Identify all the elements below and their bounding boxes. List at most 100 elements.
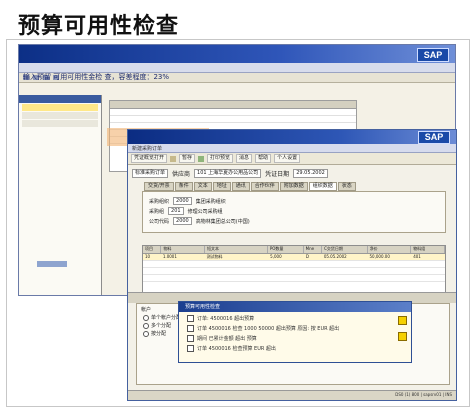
po-type-select[interactable]: 标准采购订单: [132, 169, 169, 178]
print-preview-button[interactable]: 打印预览: [207, 154, 234, 163]
cell-unit: D: [305, 254, 310, 259]
purchase-group-field[interactable]: 201: [168, 207, 184, 215]
tab-org-data[interactable]: 组织数据: [308, 182, 337, 191]
tab-partners[interactable]: 合作伙伴: [250, 182, 279, 191]
purchase-org-label: 采购组织: [149, 198, 170, 205]
purchase-group-label: 采购组: [149, 208, 165, 215]
personal-settings-button[interactable]: 个人设置: [274, 154, 301, 163]
cell-item: 10: [145, 254, 151, 259]
account-label: 帐户: [141, 307, 152, 313]
tab-texts[interactable]: 文本: [193, 182, 212, 191]
vendor-field[interactable]: 101 上海华夏办公用品公司: [194, 169, 262, 178]
checkbox-icon[interactable]: [187, 345, 194, 352]
checkbox-icon[interactable]: [187, 315, 194, 322]
check-icon[interactable]: [198, 155, 205, 162]
company-code-desc: 高物林集团总公司(中国): [195, 218, 250, 225]
checkbox-icon[interactable]: [187, 325, 194, 332]
radio-icon[interactable]: [143, 323, 149, 329]
cell-short-text: 测试物料: [206, 254, 223, 259]
message-row[interactable]: 订单 4500016 检查预算 EUR 超出: [187, 345, 276, 352]
company-code-row: 公司代码 2000 高物林集团总公司(中国): [149, 217, 250, 225]
doc-date-label: 凭证日期: [265, 171, 290, 178]
cell-qty: 5,000: [270, 254, 282, 259]
doc-overview-button[interactable]: 凭证概览打开: [131, 154, 168, 163]
table-row[interactable]: [110, 116, 356, 123]
company-code-field[interactable]: 2000: [173, 217, 192, 225]
tab-conditions[interactable]: 条件: [174, 182, 193, 191]
back-tree-panel: [19, 95, 102, 295]
option-multiple[interactable]: 多个分配: [143, 322, 181, 330]
table-row[interactable]: [143, 275, 445, 282]
tab-status[interactable]: 状态: [337, 182, 356, 191]
col-unit[interactable]: Mne: [304, 246, 323, 253]
tab-additional-data[interactable]: 附加数据: [279, 182, 308, 191]
company-code-label: 公司代码: [149, 218, 170, 225]
option-label: 多个分配: [151, 323, 172, 329]
message-row[interactable]: 订单: 4500016 超出预算: [187, 315, 254, 322]
tree-footer: [37, 261, 67, 267]
dialog-title: 预算可用性检查: [179, 302, 411, 312]
tab-delivery-invoice[interactable]: 交货/开票: [144, 182, 174, 191]
message-text: 订单 4500016 检查预算 EUR 超出: [197, 346, 276, 352]
message-text: 订单: 4500016 超出预算: [197, 316, 255, 322]
option-single[interactable]: 单个帐户分配: [143, 314, 181, 322]
table-row[interactable]: [143, 268, 445, 275]
messages-button[interactable]: 消息: [236, 154, 253, 163]
radio-icon[interactable]: [143, 331, 149, 337]
cell-material: 1.0001: [162, 254, 177, 259]
item-table-header: 项目 物料 短文本 PO数量 Mne C交货日期 净价 物料组: [143, 246, 445, 254]
tree-item[interactable]: [22, 104, 98, 111]
system-status: DS0 (1) 800 | sapsrv01 | INS: [395, 392, 452, 397]
tab-communication[interactable]: 通讯: [231, 182, 250, 191]
table-header: [110, 101, 356, 109]
window-title: 新建采购订单: [132, 145, 163, 152]
page-title: 预算可用性检查: [18, 14, 180, 39]
po-header-line: 标准采购订单 供应商 101 上海华夏办公用品公司 凭证日期 29.05.200…: [132, 169, 328, 178]
back-window-header: 输入预留 可用可用性金检 查，容差程度：23%: [23, 73, 170, 81]
sap-logo: SAP: [418, 131, 450, 144]
application-toolbar: 凭证概览打开 暂存 打印预览 消息 帮助 个人设置: [128, 153, 456, 165]
option-label: 单个帐户分配: [151, 315, 182, 321]
help-button[interactable]: 帮助: [255, 154, 272, 163]
cell-net-price: 50,000.00: [369, 254, 390, 259]
account-assignment-options: 单个帐户分配 多个分配 按分配: [143, 314, 181, 338]
back-window-titlebar: SAP: [19, 45, 455, 63]
col-net-price[interactable]: 净价: [368, 246, 412, 253]
purchase-org-field[interactable]: 2000: [173, 197, 192, 205]
purchase-org-desc: 集团采购组织: [195, 198, 226, 205]
table-row[interactable]: [110, 109, 356, 116]
table-row[interactable]: 10 1.0001 测试物料 5,000 D 05.05.2002 50,000…: [143, 254, 445, 261]
window-titlebar: SAP: [128, 130, 456, 144]
col-qty[interactable]: PO数量: [268, 246, 304, 253]
purchase-org-row: 采购组织 2000 集团采购组织: [149, 197, 226, 205]
col-material-group[interactable]: 物料组: [411, 246, 445, 253]
cell-delivery-date: 05.05.2002: [323, 254, 347, 259]
message-row[interactable]: 期间 已累计金额 超出 预算: [187, 335, 257, 342]
tree-header: [19, 95, 101, 103]
purchase-group-desc: 修理公司采购组: [187, 208, 223, 215]
purchase-group-row: 采购组 201 修理公司采购组: [149, 207, 223, 215]
col-material[interactable]: 物料: [161, 246, 206, 253]
budget-check-dialog: 预算可用性检查 订单: 4500016 超出预算 订单 4500016 检查 1…: [178, 301, 412, 363]
tree-item[interactable]: [22, 120, 98, 127]
tab-address[interactable]: 地址: [212, 182, 231, 191]
col-delivery-date[interactable]: C交货日期: [322, 246, 368, 253]
warning-icon: [398, 332, 407, 341]
message-row[interactable]: 订单 4500016 检查 1000 50000 超出预算 原因: 按 EUR …: [187, 325, 339, 332]
col-short-text[interactable]: 短文本: [205, 246, 268, 253]
sap-logo: SAP: [417, 48, 449, 62]
doc-icon[interactable]: [170, 155, 177, 162]
hold-button[interactable]: 暂存: [179, 154, 196, 163]
item-table: 项目 物料 短文本 PO数量 Mne C交货日期 净价 物料组 10 1.000…: [142, 245, 446, 293]
option-distribution[interactable]: 按分配: [143, 330, 181, 338]
col-item[interactable]: 项目: [143, 246, 162, 253]
org-data-panel: 采购组织 2000 集团采购组织 采购组 201 修理公司采购组 公司代码 20…: [142, 191, 446, 233]
tree-item[interactable]: [22, 112, 98, 119]
menu-bar[interactable]: 新建采购订单: [128, 144, 456, 153]
table-row[interactable]: [143, 261, 445, 268]
radio-icon[interactable]: [143, 315, 149, 321]
option-label: 按分配: [151, 331, 167, 337]
checkbox-icon[interactable]: [187, 335, 194, 342]
message-text: 订单 4500016 检查 1000 50000 超出预算 原因: 按 EUR …: [197, 326, 340, 332]
doc-date-field[interactable]: 29.05.2002: [293, 169, 328, 178]
